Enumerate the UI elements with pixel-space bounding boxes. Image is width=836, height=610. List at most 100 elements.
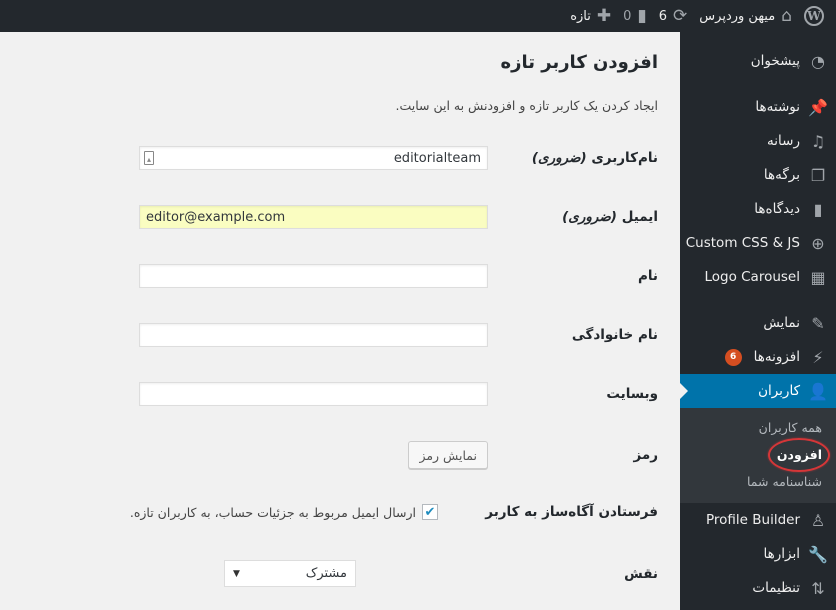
notify-checkbox[interactable]: ✔ [422, 504, 438, 520]
last-name-row: نام خانوادگی [58, 323, 658, 347]
input-value: editor@example.com [146, 209, 286, 225]
first-name-row: نام [58, 264, 658, 288]
label-text: ایمیل [621, 209, 658, 225]
username-input[interactable]: ▴ editorialteam [139, 146, 488, 170]
pin-icon: 📌 [808, 97, 828, 117]
admin-sidebar: ◔ پیشخوان 📌 نوشته‌ها ♫ رسانه ❐ برگه‌ها ▮ دیدگ… [680, 32, 836, 610]
role-select[interactable]: مشترک ▼ [224, 560, 356, 587]
new-content-link[interactable]: ✚ تازه [564, 0, 617, 32]
updates-count: 6 [658, 8, 668, 24]
wrench-icon: 🔧 [808, 544, 828, 564]
highlight-circle [768, 438, 830, 472]
submenu-add-new[interactable]: افزودن [680, 438, 836, 472]
sidebar-item-label: برگه‌ها [763, 167, 800, 183]
select-value: مشترک [305, 566, 347, 581]
sidebar-item-tools[interactable]: 🔧 ابزارها [680, 537, 836, 571]
sidebar-item-label: افزونه‌ها [753, 349, 800, 365]
username-label: نام‌کاربری (ضروری) [488, 150, 658, 166]
website-row: وبسایت [58, 382, 658, 406]
site-name: میهن وردپرس [699, 8, 776, 24]
page-description: ایجاد کردن یک کاربر تازه و افزودنش به ای… [395, 98, 658, 113]
role-row: نقش مشترک ▼ [58, 560, 658, 587]
site-name-link[interactable]: ⌂ میهن وردپرس [693, 0, 798, 32]
dropdown-arrow-icon: ▼ [233, 568, 240, 579]
website-input[interactable] [139, 382, 488, 406]
email-label: ایمیل (ضروری) [488, 209, 658, 225]
sidebar-item-posts[interactable]: 📌 نوشته‌ها [680, 90, 836, 124]
required-marker: (ضروری) [562, 209, 617, 225]
input-value: editorialteam [393, 150, 481, 166]
main-content: افزودن کاربر تازه ایجاد کردن یک کاربر تا… [0, 32, 680, 610]
comments-count: 0 [623, 8, 632, 24]
sidebar-item-profile-builder[interactable]: ♙ Profile Builder [680, 503, 836, 537]
sidebar-item-dashboard[interactable]: ◔ پیشخوان [680, 44, 836, 78]
first-name-input[interactable] [139, 264, 488, 288]
website-label: وبسایت [606, 386, 658, 402]
pages-icon: ❐ [810, 165, 826, 185]
plus-icon: ✚ [596, 5, 612, 26]
media-icon: ♫ [810, 131, 826, 151]
sidebar-item-label: Custom CSS & JS [685, 235, 800, 251]
settings-icon: ⇅ [811, 578, 825, 598]
show-password-button[interactable]: نمایش رمز [408, 441, 488, 469]
page-title: افزودن کاربر تازه [500, 52, 658, 73]
password-row: رمز نمایش رمز [58, 441, 658, 469]
notify-text: ارسال ایمیل مربوط به جزئیات حساب، به کار… [129, 504, 416, 520]
sidebar-item-plugins[interactable]: ⚡ افزونه‌ها 6 [680, 340, 836, 374]
sidebar-item-label: تنظیمات [752, 580, 800, 596]
submenu-label: شناسنامه شما [747, 474, 822, 489]
comment-icon: ▮ [637, 5, 647, 26]
username-row: نام‌کاربری (ضروری) ▴ editorialteam [58, 146, 658, 170]
plugin-icon: ⚡ [812, 347, 824, 367]
submenu-all-users[interactable]: همه کاربران [680, 414, 836, 441]
dashboard-icon: ◔ [811, 51, 825, 71]
sidebar-item-label: نمایش [763, 315, 800, 331]
label-text: نام‌کاربری [591, 150, 658, 166]
submenu-label: همه کاربران [758, 420, 822, 435]
user-outline-icon: ♙ [810, 510, 826, 530]
sidebar-item-label: رسانه [767, 133, 800, 149]
email-row: ایمیل (ضروری) editor@example.com [58, 205, 658, 229]
notify-row: فرستادن آگاه‌ساز به کاربر ✔ ارسال ایمیل … [8, 504, 658, 520]
sidebar-item-logo-carousel[interactable]: ▦ Logo Carousel [680, 260, 836, 294]
home-icon: ⌂ [781, 5, 792, 26]
sidebar-item-comments[interactable]: ▮ دیدگاه‌ها [680, 192, 836, 226]
gallery-icon: ▦ [810, 267, 826, 287]
users-submenu: همه کاربران افزودن شناسنامه شما [680, 408, 836, 503]
comments-link[interactable]: ▮ 0 [617, 0, 653, 32]
new-label: تازه [570, 8, 591, 24]
required-marker: (ضروری) [531, 150, 587, 166]
sidebar-item-label: دیدگاه‌ها [754, 201, 800, 217]
first-name-label: نام [637, 268, 658, 284]
admin-bar: W ⌂ میهن وردپرس ⟳ 6 ▮ 0 ✚ تازه [0, 0, 836, 32]
updates-link[interactable]: ⟳ 6 [653, 0, 694, 32]
last-name-input[interactable] [139, 323, 488, 347]
brush-icon: ✎ [811, 313, 825, 333]
sidebar-item-label: ابزارها [763, 546, 800, 562]
email-input[interactable]: editor@example.com [139, 205, 488, 229]
sidebar-item-settings[interactable]: ⇅ تنظیمات [680, 571, 836, 605]
sidebar-item-custom-css-js[interactable]: ⊕ Custom CSS & JS [680, 226, 836, 260]
updates-icon: ⟳ [673, 5, 688, 26]
submenu-your-profile[interactable]: شناسنامه شما [680, 468, 836, 495]
plugins-update-badge: 6 [724, 348, 742, 366]
notify-label: فرستادن آگاه‌ساز به کاربر [485, 504, 658, 520]
last-name-label: نام خانوادگی [571, 327, 658, 343]
comment-icon: ▮ [813, 199, 823, 219]
sidebar-item-label: کاربران [758, 383, 800, 399]
role-label: نقش [624, 565, 658, 582]
user-icon: 👤 [808, 381, 828, 401]
sidebar-item-label: نوشته‌ها [755, 99, 800, 115]
wordpress-logo-icon: W [804, 6, 824, 26]
plus-circle-icon: ⊕ [811, 233, 825, 253]
sidebar-item-media[interactable]: ♫ رسانه [680, 124, 836, 158]
sidebar-item-label: Logo Carousel [704, 269, 800, 285]
password-label: رمز [633, 447, 658, 463]
wp-logo-menu[interactable]: W [798, 0, 830, 32]
sidebar-item-pages[interactable]: ❐ برگه‌ها [680, 158, 836, 192]
sidebar-item-appearance[interactable]: ✎ نمایش [680, 306, 836, 340]
checkmark-icon: ✔ [424, 504, 436, 520]
autofill-key-icon[interactable]: ▴ [144, 151, 154, 165]
sidebar-item-label: Profile Builder [705, 512, 800, 528]
sidebar-item-users[interactable]: 👤 کاربران [680, 374, 836, 408]
